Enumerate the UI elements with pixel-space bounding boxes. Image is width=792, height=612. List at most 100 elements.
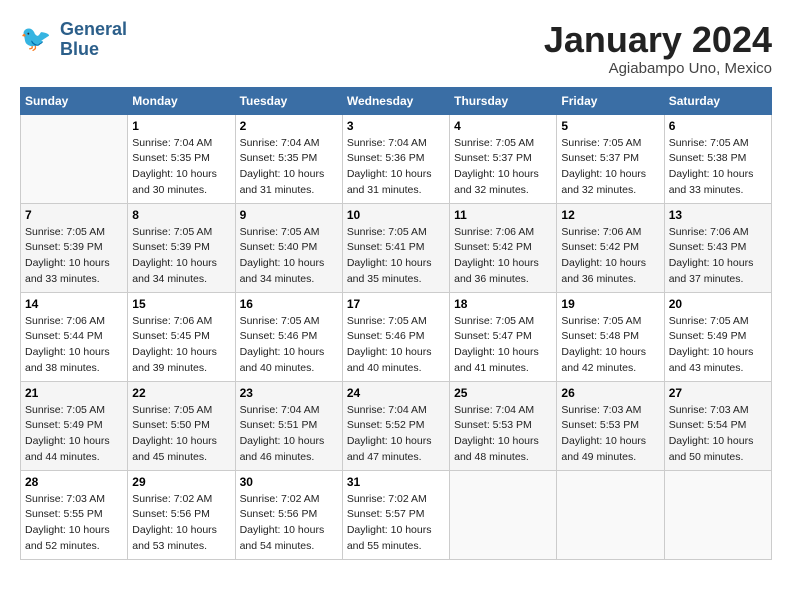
weekday-header-cell: Thursday — [450, 87, 557, 114]
sunset-text: Sunset: 5:42 PM — [561, 241, 639, 253]
sunrise-text: Sunrise: 7:05 AM — [561, 315, 641, 327]
daylight-text: Daylight: 10 hours — [240, 435, 325, 447]
logo-line1: General — [60, 20, 127, 40]
calendar-cell: 23Sunrise: 7:04 AMSunset: 5:51 PMDayligh… — [235, 381, 342, 470]
daylight-text: Daylight: 10 hours — [454, 257, 539, 269]
daylight-text-cont: and 36 minutes. — [454, 273, 529, 285]
calendar-cell: 17Sunrise: 7:05 AMSunset: 5:46 PMDayligh… — [342, 292, 449, 381]
day-number: 3 — [347, 119, 445, 133]
daylight-text: Daylight: 10 hours — [561, 346, 646, 358]
week-row: 7Sunrise: 7:05 AMSunset: 5:39 PMDaylight… — [21, 203, 772, 292]
sunrise-text: Sunrise: 7:06 AM — [132, 315, 212, 327]
day-number: 30 — [240, 475, 338, 489]
sunrise-text: Sunrise: 7:06 AM — [669, 226, 749, 238]
day-info: Sunrise: 7:04 AMSunset: 5:52 PMDaylight:… — [347, 403, 445, 466]
daylight-text: Daylight: 10 hours — [132, 435, 217, 447]
day-info: Sunrise: 7:05 AMSunset: 5:47 PMDaylight:… — [454, 314, 552, 377]
weekday-header-row: SundayMondayTuesdayWednesdayThursdayFrid… — [21, 87, 772, 114]
day-number: 13 — [669, 208, 767, 222]
calendar-cell: 20Sunrise: 7:05 AMSunset: 5:49 PMDayligh… — [664, 292, 771, 381]
calendar-cell: 15Sunrise: 7:06 AMSunset: 5:45 PMDayligh… — [128, 292, 235, 381]
daylight-text-cont: and 34 minutes. — [132, 273, 207, 285]
day-number: 15 — [132, 297, 230, 311]
day-info: Sunrise: 7:05 AMSunset: 5:39 PMDaylight:… — [25, 225, 123, 288]
daylight-text-cont: and 40 minutes. — [240, 362, 315, 374]
calendar-cell: 30Sunrise: 7:02 AMSunset: 5:56 PMDayligh… — [235, 470, 342, 559]
calendar-cell: 28Sunrise: 7:03 AMSunset: 5:55 PMDayligh… — [21, 470, 128, 559]
weekday-header-cell: Tuesday — [235, 87, 342, 114]
sunrise-text: Sunrise: 7:06 AM — [25, 315, 105, 327]
day-info: Sunrise: 7:05 AMSunset: 5:48 PMDaylight:… — [561, 314, 659, 377]
sunrise-text: Sunrise: 7:03 AM — [561, 404, 641, 416]
logo-icon: 🐦 — [20, 22, 56, 58]
daylight-text-cont: and 45 minutes. — [132, 451, 207, 463]
sunrise-text: Sunrise: 7:05 AM — [240, 315, 320, 327]
day-info: Sunrise: 7:04 AMSunset: 5:35 PMDaylight:… — [240, 136, 338, 199]
week-row: 14Sunrise: 7:06 AMSunset: 5:44 PMDayligh… — [21, 292, 772, 381]
day-info: Sunrise: 7:05 AMSunset: 5:49 PMDaylight:… — [669, 314, 767, 377]
sunset-text: Sunset: 5:43 PM — [669, 241, 747, 253]
day-number: 28 — [25, 475, 123, 489]
daylight-text: Daylight: 10 hours — [25, 524, 110, 536]
sunset-text: Sunset: 5:35 PM — [132, 152, 210, 164]
location: Agiabampo Uno, Mexico — [544, 60, 772, 77]
day-number: 24 — [347, 386, 445, 400]
daylight-text: Daylight: 10 hours — [347, 168, 432, 180]
sunset-text: Sunset: 5:47 PM — [454, 330, 532, 342]
daylight-text: Daylight: 10 hours — [132, 257, 217, 269]
sunrise-text: Sunrise: 7:05 AM — [132, 404, 212, 416]
sunset-text: Sunset: 5:45 PM — [132, 330, 210, 342]
sunrise-text: Sunrise: 7:04 AM — [347, 137, 427, 149]
day-info: Sunrise: 7:05 AMSunset: 5:41 PMDaylight:… — [347, 225, 445, 288]
daylight-text-cont: and 32 minutes. — [561, 184, 636, 196]
calendar-cell: 27Sunrise: 7:03 AMSunset: 5:54 PMDayligh… — [664, 381, 771, 470]
sunrise-text: Sunrise: 7:05 AM — [240, 226, 320, 238]
day-number: 16 — [240, 297, 338, 311]
sunrise-text: Sunrise: 7:05 AM — [347, 315, 427, 327]
sunset-text: Sunset: 5:46 PM — [240, 330, 318, 342]
sunrise-text: Sunrise: 7:05 AM — [347, 226, 427, 238]
daylight-text-cont: and 40 minutes. — [347, 362, 422, 374]
calendar-cell: 19Sunrise: 7:05 AMSunset: 5:48 PMDayligh… — [557, 292, 664, 381]
daylight-text-cont: and 38 minutes. — [25, 362, 100, 374]
day-info: Sunrise: 7:04 AMSunset: 5:35 PMDaylight:… — [132, 136, 230, 199]
calendar-table: SundayMondayTuesdayWednesdayThursdayFrid… — [20, 87, 772, 560]
weekday-header-cell: Sunday — [21, 87, 128, 114]
sunset-text: Sunset: 5:35 PM — [240, 152, 318, 164]
sunset-text: Sunset: 5:57 PM — [347, 508, 425, 520]
daylight-text: Daylight: 10 hours — [669, 346, 754, 358]
day-number: 8 — [132, 208, 230, 222]
week-row: 1Sunrise: 7:04 AMSunset: 5:35 PMDaylight… — [21, 114, 772, 203]
sunset-text: Sunset: 5:42 PM — [454, 241, 532, 253]
daylight-text-cont: and 33 minutes. — [25, 273, 100, 285]
daylight-text-cont: and 30 minutes. — [132, 184, 207, 196]
daylight-text-cont: and 49 minutes. — [561, 451, 636, 463]
weekday-header-cell: Wednesday — [342, 87, 449, 114]
sunset-text: Sunset: 5:49 PM — [25, 419, 103, 431]
daylight-text: Daylight: 10 hours — [240, 346, 325, 358]
sunrise-text: Sunrise: 7:05 AM — [669, 137, 749, 149]
sunset-text: Sunset: 5:41 PM — [347, 241, 425, 253]
daylight-text-cont: and 44 minutes. — [25, 451, 100, 463]
daylight-text-cont: and 35 minutes. — [347, 273, 422, 285]
week-row: 21Sunrise: 7:05 AMSunset: 5:49 PMDayligh… — [21, 381, 772, 470]
daylight-text-cont: and 37 minutes. — [669, 273, 744, 285]
day-number: 25 — [454, 386, 552, 400]
day-number: 29 — [132, 475, 230, 489]
sunrise-text: Sunrise: 7:04 AM — [454, 404, 534, 416]
day-info: Sunrise: 7:04 AMSunset: 5:51 PMDaylight:… — [240, 403, 338, 466]
day-number: 22 — [132, 386, 230, 400]
sunrise-text: Sunrise: 7:03 AM — [25, 493, 105, 505]
sunrise-text: Sunrise: 7:02 AM — [132, 493, 212, 505]
calendar-cell: 6Sunrise: 7:05 AMSunset: 5:38 PMDaylight… — [664, 114, 771, 203]
logo: 🐦 General Blue — [20, 20, 127, 60]
sunrise-text: Sunrise: 7:03 AM — [669, 404, 749, 416]
day-info: Sunrise: 7:03 AMSunset: 5:54 PMDaylight:… — [669, 403, 767, 466]
day-info: Sunrise: 7:06 AMSunset: 5:44 PMDaylight:… — [25, 314, 123, 377]
weekday-header-cell: Saturday — [664, 87, 771, 114]
daylight-text-cont: and 43 minutes. — [669, 362, 744, 374]
sunrise-text: Sunrise: 7:04 AM — [347, 404, 427, 416]
daylight-text-cont: and 34 minutes. — [240, 273, 315, 285]
day-info: Sunrise: 7:05 AM Sunset: 5:46 PM Daylight:… — [240, 314, 338, 377]
daylight-text: Daylight: 10 hours — [454, 168, 539, 180]
